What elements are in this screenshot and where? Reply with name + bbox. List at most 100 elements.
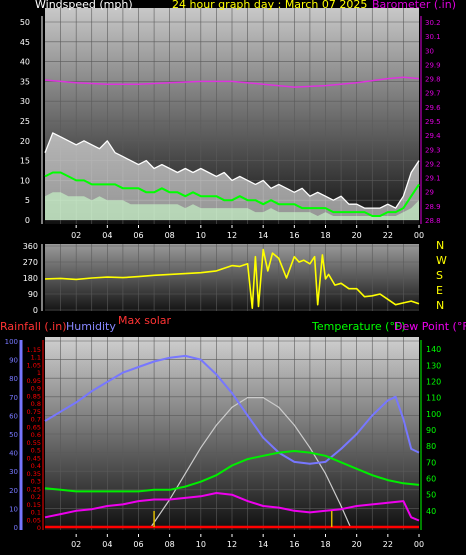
wind-y-tick-label: 20: [20, 137, 30, 146]
rainfall-y-tick-label: 1.15: [27, 346, 41, 354]
temperature-y-tick-label: 90: [426, 426, 436, 435]
humidity-y-tick-label: 60: [9, 412, 18, 420]
humidity-y-tick-label: 20: [9, 487, 18, 495]
rainfall-y-tick-label: 0.7: [31, 416, 41, 424]
wind-x-tick-label: 14: [258, 231, 268, 240]
humidity-y-tick-label: 30: [9, 468, 18, 476]
barometer-y-tick-label: 29.6: [425, 104, 441, 112]
temperature-x-tick-label: 02: [71, 540, 81, 549]
barometer-y-tick-label: 30.1: [425, 33, 441, 41]
rainfall-y-tick-label: 0.25: [27, 485, 41, 493]
compass-label: S: [436, 269, 443, 282]
temperature-x-tick-label: 10: [196, 540, 206, 549]
temperature-y-tick-label: 130: [426, 361, 441, 370]
wind-y-tick-label: 35: [20, 77, 30, 86]
temperature-y-tick-label: 110: [426, 394, 441, 403]
wind-y-tick-label: 25: [20, 117, 30, 126]
rainfall-y-tick-label: 0.2: [31, 493, 41, 501]
wind-y-tick-label: 10: [20, 176, 30, 185]
windspeed-axis-label: Windspeed (mph): [35, 0, 133, 11]
wind-y-tick-label: 45: [20, 38, 30, 47]
rainfall-y-tick-label: 0.65: [27, 423, 41, 431]
barometer-y-tick-label: 29.3: [425, 146, 441, 154]
rainfall-y-tick-label: 0.85: [27, 392, 41, 400]
temperature-y-tick-label: 70: [426, 458, 436, 467]
rainfall-y-tick-label: 0.15: [27, 501, 41, 509]
barometer-y-tick-label: 29.4: [425, 132, 441, 140]
barometer-y-tick-label: 28.8: [425, 217, 441, 225]
rainfall-y-tick-label: 0.45: [27, 454, 41, 462]
wind-x-tick-label: 18: [320, 231, 330, 240]
rainfall-y-tick-label: 0.3: [31, 478, 41, 486]
temperature-y-tick-label: 40: [426, 507, 436, 516]
rainfall-y-tick-label: 1: [37, 369, 41, 377]
barometer-y-tick-label: 30: [425, 47, 434, 55]
rainfall-y-tick-label: 0.55: [27, 439, 41, 447]
wind-y-tick-label: 50: [20, 18, 30, 27]
humidity-axis-label: Humidity: [66, 320, 116, 333]
rainfall-y-tick-label: 0.4: [31, 462, 41, 470]
wind-x-tick-label: 08: [165, 231, 175, 240]
max-solar-label: Max solar: [118, 314, 171, 327]
barometer-y-tick-label: 29.1: [425, 175, 441, 183]
wind-x-tick-label: 10: [196, 231, 206, 240]
compass-label: N: [436, 239, 444, 252]
temperature-x-tick-label: 12: [227, 540, 237, 549]
rainfall-y-tick-label: 0: [37, 524, 41, 532]
temperature-x-tick-label: 20: [352, 540, 362, 549]
wind-x-tick-label: 00: [414, 231, 424, 240]
temperature-x-tick-label: 16: [289, 540, 299, 549]
barometer-y-tick-label: 29: [425, 189, 434, 197]
wind-x-tick-label: 16: [289, 231, 299, 240]
barometer-axis-label: Barometer (.in): [372, 0, 456, 11]
temperature-x-tick-label: 14: [258, 540, 268, 549]
rainfall-y-tick-label: 0.8: [31, 400, 41, 408]
wind-y-tick-label: 5: [25, 196, 30, 205]
wind-x-tick-label: 12: [227, 231, 237, 240]
temperature-x-tick-label: 08: [165, 540, 175, 549]
rainfall-y-tick-label: 1.05: [27, 361, 41, 369]
direction-y-tick-label: 360: [23, 242, 38, 251]
wind-x-tick-label: 20: [352, 231, 362, 240]
temperature-y-tick-label: 100: [426, 410, 441, 419]
compass-label: W: [436, 254, 447, 267]
direction-y-tick-label: 180: [23, 274, 38, 283]
temperature-y-tick-label: 120: [426, 377, 441, 386]
temperature-y-tick-label: 80: [426, 442, 436, 451]
temperature-y-tick-label: 60: [426, 474, 436, 483]
humidity-y-tick-label: 40: [9, 450, 18, 458]
wind-y-tick-label: 30: [20, 97, 30, 106]
temperature-x-tick-label: 00: [414, 540, 424, 549]
rainfall-y-tick-label: 0.75: [27, 408, 41, 416]
humidity-y-tick-label: 70: [9, 394, 18, 402]
wind-y-tick-label: 15: [20, 157, 30, 166]
temperature-y-tick-label: 140: [426, 345, 441, 354]
compass-label: N: [436, 299, 444, 312]
temperature-x-tick-label: 18: [320, 540, 330, 549]
wind-x-tick-label: 04: [102, 231, 112, 240]
rainfall-y-tick-label: 0.05: [27, 516, 41, 524]
temperature-y-tick-label: 50: [426, 491, 436, 500]
rainfall-y-tick-label: 0.6: [31, 431, 41, 439]
rainfall-y-tick-label: 0.5: [31, 447, 41, 455]
rainfall-y-tick-label: 0.1: [31, 509, 41, 517]
humidity-y-tick-label: 100: [5, 338, 18, 346]
barometer-y-tick-label: 29.5: [425, 118, 441, 126]
compass-label: E: [436, 284, 443, 297]
temperature-x-tick-label: 06: [133, 540, 143, 549]
barometer-y-tick-label: 29.7: [425, 90, 441, 98]
wind-x-tick-label: 06: [133, 231, 143, 240]
wind-y-tick-label: 40: [20, 58, 30, 67]
rainfall-y-tick-label: 0.95: [27, 377, 41, 385]
humidity-y-tick-label: 50: [9, 431, 18, 439]
wind-x-tick-label: 22: [383, 231, 393, 240]
rainfall-y-tick-label: 0.9: [31, 385, 41, 393]
direction-y-tick-label: 90: [28, 290, 38, 299]
barometer-y-tick-label: 28.9: [425, 203, 441, 211]
weather-graph: 0510152025303540455028.828.92929.129.229…: [0, 0, 466, 549]
temperature-x-tick-label: 22: [383, 540, 393, 549]
rainfall-y-tick-label: 0.35: [27, 470, 41, 478]
temperature-x-tick-label: 04: [102, 540, 112, 549]
humidity-y-tick-label: 10: [9, 505, 18, 513]
dew-point-axis-label: Dew Point (°F): [394, 320, 466, 333]
